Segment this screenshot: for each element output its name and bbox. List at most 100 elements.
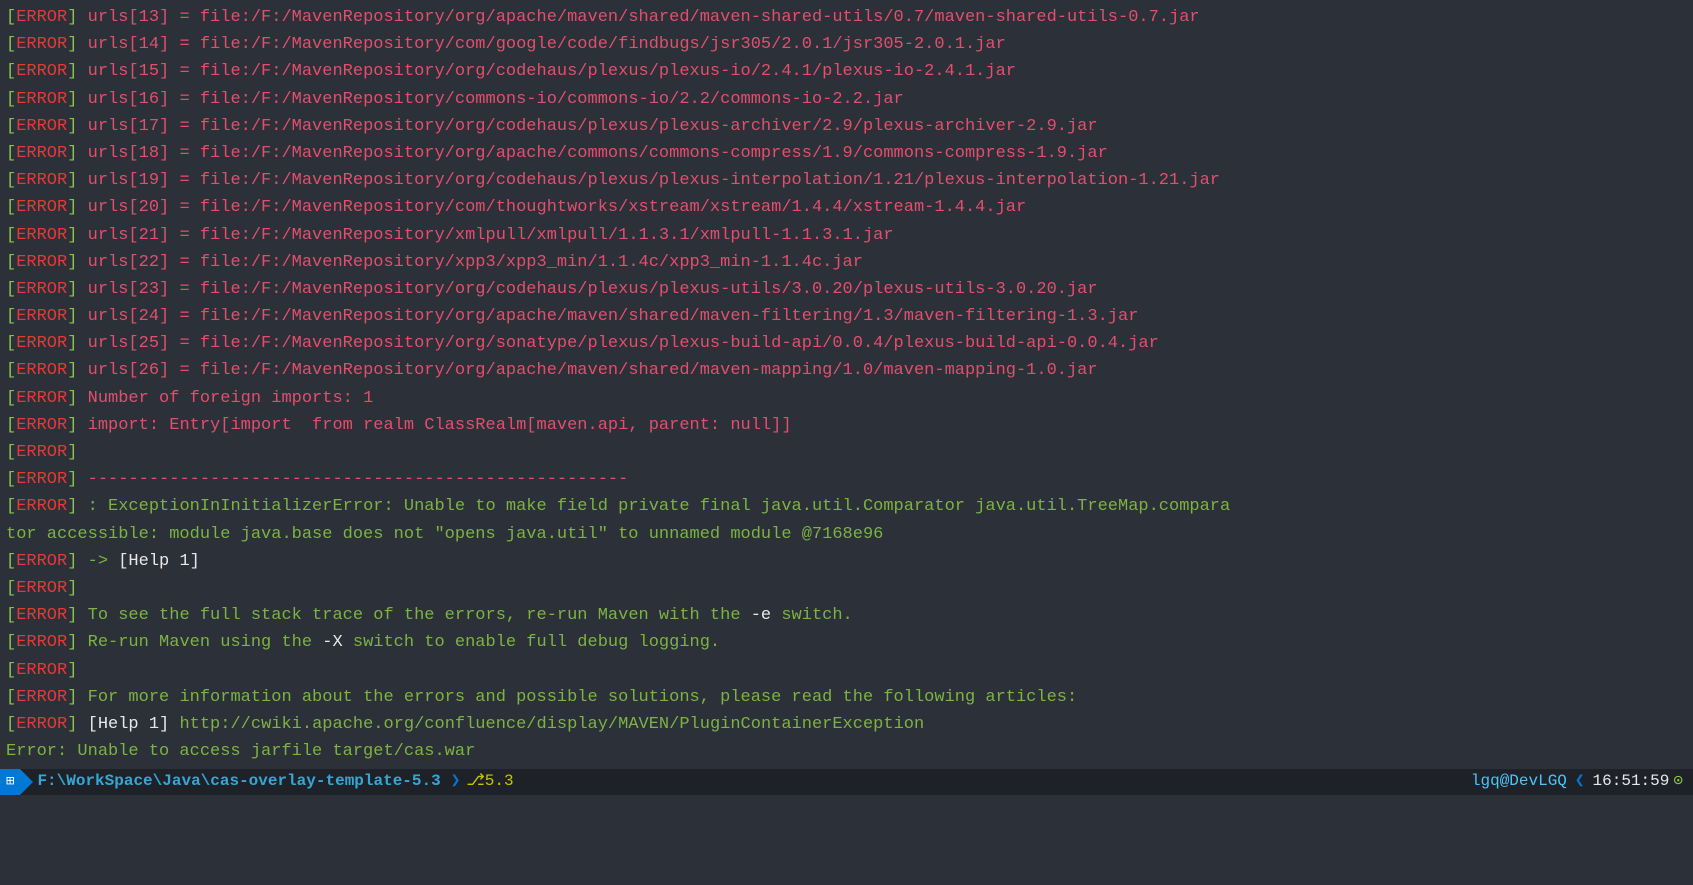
log-text: urls[24] = file:/F:/MavenRepository/org/… bbox=[88, 307, 1139, 326]
error-tag: ERROR bbox=[16, 144, 67, 163]
bracket-close: ] bbox=[67, 90, 87, 109]
terminal-output[interactable]: [ERROR] urls[13] = file:/F:/MavenReposit… bbox=[0, 2, 1693, 765]
log-text: urls[20] = file:/F:/MavenRepository/com/… bbox=[88, 198, 1027, 217]
error-tag: ERROR bbox=[16, 389, 67, 408]
log-line: [ERROR] urls[26] = file:/F:/MavenReposit… bbox=[6, 357, 1687, 384]
log-text: urls[22] = file:/F:/MavenRepository/xpp3… bbox=[88, 253, 863, 272]
error-tag: ERROR bbox=[16, 198, 67, 217]
bracket-open: [ bbox=[6, 307, 16, 326]
log-line: [ERROR] urls[16] = file:/F:/MavenReposit… bbox=[6, 86, 1687, 113]
log-line-help-url: [ERROR] [Help 1] http://cwiki.apache.org… bbox=[6, 711, 1687, 738]
log-line: [ERROR] urls[15] = file:/F:/MavenReposit… bbox=[6, 58, 1687, 85]
log-text: urls[14] = file:/F:/MavenRepository/com/… bbox=[88, 35, 1006, 54]
log-text: Number of foreign imports: 1 bbox=[88, 389, 374, 408]
error-tag: ERROR bbox=[16, 280, 67, 299]
bracket-open: [ bbox=[6, 62, 16, 81]
log-text: urls[17] = file:/F:/MavenRepository/org/… bbox=[88, 117, 1098, 136]
bracket-open: [ bbox=[6, 117, 16, 136]
log-line: [ERROR] urls[24] = file:/F:/MavenReposit… bbox=[6, 303, 1687, 330]
log-line: [ERROR] Number of foreign imports: 1 bbox=[6, 385, 1687, 412]
log-text: urls[13] = file:/F:/MavenRepository/org/… bbox=[88, 8, 1200, 27]
exception-text: : ExceptionInInitializerError: Unable to… bbox=[88, 497, 1231, 516]
error-tag: ERROR bbox=[16, 226, 67, 245]
clock-icon: ⊙ bbox=[1673, 769, 1683, 795]
log-line-empty: [ERROR] bbox=[6, 439, 1687, 466]
log-line-final-error: Error: Unable to access jarfile target/c… bbox=[6, 738, 1687, 765]
log-line-exception: [ERROR] : ExceptionInInitializerError: U… bbox=[6, 493, 1687, 520]
status-left: ⊞ F:\WorkSpace\Java\cas-overlay-template… bbox=[0, 769, 522, 795]
log-text: import: Entry[import from realm ClassRea… bbox=[88, 416, 792, 435]
log-line-empty: [ERROR] bbox=[6, 575, 1687, 602]
log-line: [ERROR] urls[21] = file:/F:/MavenReposit… bbox=[6, 222, 1687, 249]
log-text: urls[21] = file:/F:/MavenRepository/xmlp… bbox=[88, 226, 894, 245]
error-tag: ERROR bbox=[16, 35, 67, 54]
bracket-close: ] bbox=[67, 280, 87, 299]
final-error-text: Error: Unable to access jarfile target/c… bbox=[6, 742, 475, 761]
log-line: [ERROR] urls[20] = file:/F:/MavenReposit… bbox=[6, 194, 1687, 221]
log-line-tip: [ERROR] To see the full stack trace of t… bbox=[6, 602, 1687, 629]
bracket-open: [ bbox=[6, 198, 16, 217]
error-tag: ERROR bbox=[16, 117, 67, 136]
error-tag: ERROR bbox=[16, 361, 67, 380]
bracket-close: ] bbox=[67, 144, 87, 163]
error-tag: ERROR bbox=[16, 8, 67, 27]
bracket-close: ] bbox=[67, 226, 87, 245]
current-path: F:\WorkSpace\Java\cas-overlay-template-5… bbox=[33, 769, 450, 795]
log-line-divider: [ERROR] --------------------------------… bbox=[6, 466, 1687, 493]
bracket-open: [ bbox=[6, 253, 16, 272]
separator-icon: ❮ bbox=[1575, 769, 1587, 795]
bracket-open: [ bbox=[6, 171, 16, 190]
log-line: [ERROR] import: Entry[import from realm … bbox=[6, 412, 1687, 439]
error-tag: ERROR bbox=[16, 334, 67, 353]
bracket-close: ] bbox=[67, 361, 87, 380]
bracket-close: ] bbox=[67, 171, 87, 190]
bracket-open: [ bbox=[6, 280, 16, 299]
log-text: urls[18] = file:/F:/MavenRepository/org/… bbox=[88, 144, 1108, 163]
error-tag: ERROR bbox=[16, 171, 67, 190]
log-text: urls[26] = file:/F:/MavenRepository/org/… bbox=[88, 361, 1098, 380]
separator-icon bbox=[20, 769, 33, 795]
log-line: [ERROR] urls[23] = file:/F:/MavenReposit… bbox=[6, 276, 1687, 303]
bracket-open: [ bbox=[6, 8, 16, 27]
bracket-open: [ bbox=[6, 389, 16, 408]
log-line-empty: [ERROR] bbox=[6, 657, 1687, 684]
error-tag: ERROR bbox=[16, 62, 67, 81]
log-line: [ERROR] urls[14] = file:/F:/MavenReposit… bbox=[6, 31, 1687, 58]
log-line-info: [ERROR] For more information about the e… bbox=[6, 684, 1687, 711]
bracket-open: [ bbox=[6, 334, 16, 353]
separator-icon: ❯ bbox=[451, 769, 463, 795]
info-text: For more information about the errors an… bbox=[88, 688, 1078, 707]
bracket-close: ] bbox=[67, 35, 87, 54]
bracket-close: ] bbox=[67, 62, 87, 81]
error-tag: ERROR bbox=[16, 253, 67, 272]
log-line: [ERROR] urls[22] = file:/F:/MavenReposit… bbox=[6, 249, 1687, 276]
user-host: lgq@DevLGQ bbox=[1463, 769, 1575, 795]
status-right: lgq@DevLGQ ❮ 16:51:59⊙ bbox=[1463, 769, 1693, 795]
bracket-close: ] bbox=[67, 389, 87, 408]
branch-icon: ⎇ bbox=[466, 769, 484, 795]
bracket-close: ] bbox=[67, 253, 87, 272]
log-line: [ERROR] urls[17] = file:/F:/MavenReposit… bbox=[6, 113, 1687, 140]
help-link[interactable]: [Help 1] bbox=[118, 552, 200, 571]
error-tag: ERROR bbox=[16, 90, 67, 109]
arrow: -> bbox=[88, 552, 119, 571]
bracket-close: ] bbox=[67, 334, 87, 353]
bracket-open: [ bbox=[6, 35, 16, 54]
help-url[interactable]: http://cwiki.apache.org/confluence/displ… bbox=[179, 715, 924, 734]
bracket-close: ] bbox=[67, 8, 87, 27]
bracket-close: ] bbox=[67, 307, 87, 326]
git-branch: ⎇5.3 bbox=[462, 769, 521, 795]
bracket-open: [ bbox=[6, 361, 16, 380]
log-text: urls[15] = file:/F:/MavenRepository/org/… bbox=[88, 62, 1016, 81]
log-line: [ERROR] urls[13] = file:/F:/MavenReposit… bbox=[6, 4, 1687, 31]
log-text: urls[25] = file:/F:/MavenRepository/org/… bbox=[88, 334, 1159, 353]
windows-icon: ⊞ bbox=[0, 769, 20, 795]
bracket-close: ] bbox=[67, 198, 87, 217]
status-bar: ⊞ F:\WorkSpace\Java\cas-overlay-template… bbox=[0, 769, 1693, 795]
bracket-open: [ bbox=[6, 144, 16, 163]
bracket-close: ] bbox=[67, 117, 87, 136]
divider: ----------------------------------------… bbox=[88, 470, 629, 489]
log-line-exception-cont: tor accessible: module java.base does no… bbox=[6, 521, 1687, 548]
bracket-open: [ bbox=[6, 90, 16, 109]
log-line: [ERROR] urls[25] = file:/F:/MavenReposit… bbox=[6, 330, 1687, 357]
